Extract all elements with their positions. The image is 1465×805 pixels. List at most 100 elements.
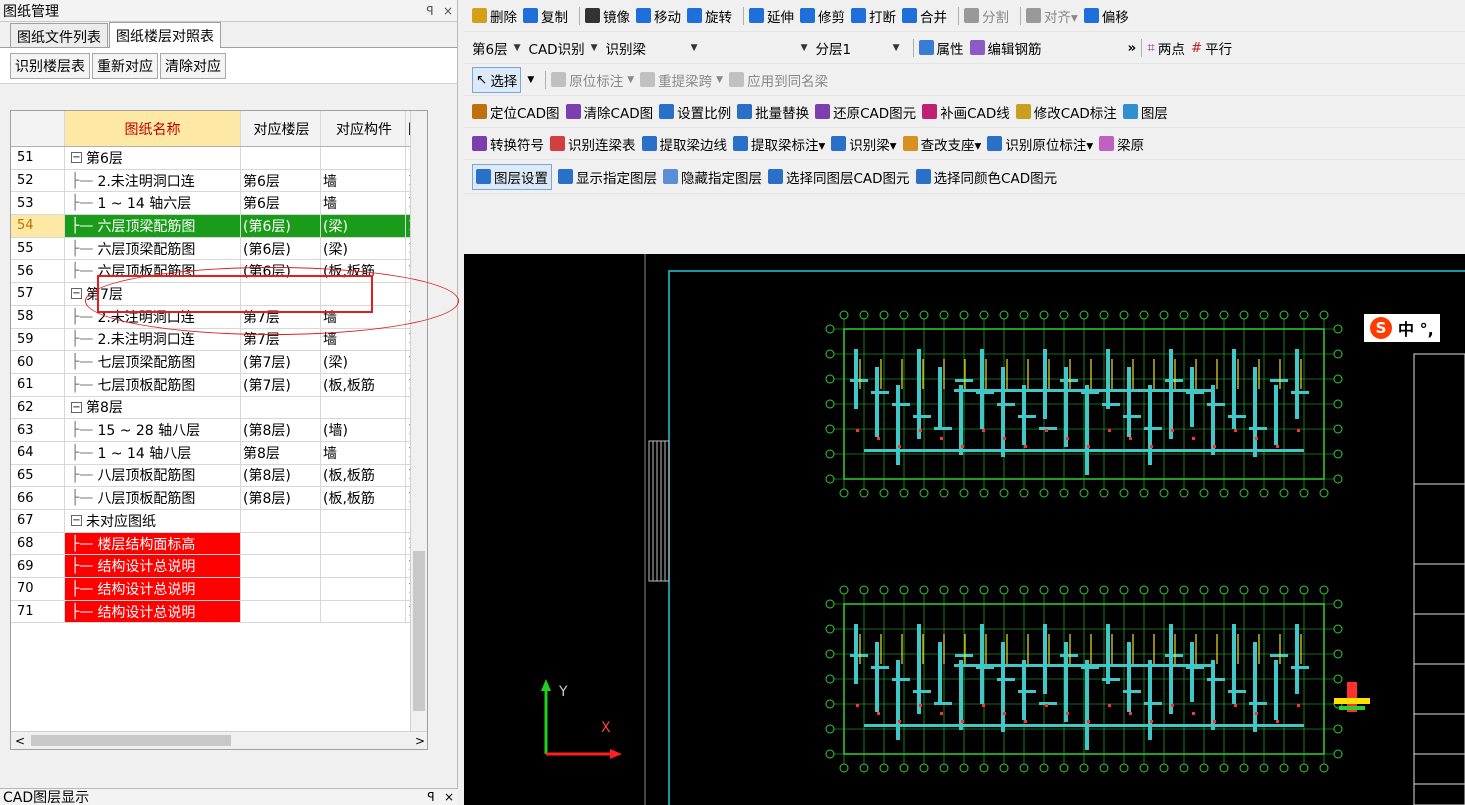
re-extract-span-button[interactable]: 重提梁跨 ▼ <box>640 70 723 90</box>
table-row[interactable]: 70├—结构设计总说明1: <box>11 578 427 601</box>
floor-cell[interactable]: (第8层) <box>241 487 321 509</box>
drawing-name-cell[interactable]: ├— 1 ~ 14 轴六层 <box>65 192 241 215</box>
apply-same-name-button[interactable]: 应用到同名梁 <box>729 70 828 90</box>
locate-cad-button[interactable]: 定位CAD图 <box>472 102 560 122</box>
floor-cell[interactable] <box>241 510 321 532</box>
drawing-name-cell[interactable]: − 第8层 <box>65 396 241 419</box>
rotate-button[interactable]: 旋转 <box>687 6 732 26</box>
redraw-cad-button[interactable]: 补画CAD线 <box>922 102 1010 122</box>
table-row[interactable]: 56├—六层顶板配筋图(第6层)(板,板筋1: <box>11 260 427 284</box>
drawing-name-cell[interactable]: ├— 六层顶板配筋图 <box>65 260 241 283</box>
chevron-down-icon[interactable]: ▼ <box>527 75 534 85</box>
clear-match-button[interactable]: 清除对应 <box>160 52 226 79</box>
close-icon-2[interactable]: × <box>440 790 458 804</box>
show-layer-button[interactable]: 显示指定图层 <box>558 167 657 187</box>
tab-drawing-floor-table[interactable]: 图纸楼层对照表 <box>109 22 221 48</box>
table-row[interactable]: 60├—七层顶梁配筋图(第7层)(梁)1: <box>11 351 427 374</box>
component-cell[interactable] <box>321 147 406 169</box>
table-row[interactable]: 71├—结构设计总说明1: <box>11 600 427 624</box>
recognize-original-mark-button[interactable]: 识别原位标注▾ <box>987 134 1093 154</box>
mode-combo[interactable]: CAD识别 ▼ <box>529 38 598 58</box>
component-cell[interactable]: (墙) <box>321 419 406 441</box>
tab-drawing-file-list[interactable]: 图纸文件列表 <box>10 23 108 47</box>
extend-button[interactable]: 延伸 <box>749 6 794 26</box>
floor-cell[interactable] <box>241 283 321 305</box>
beam-original-button[interactable]: 梁原 <box>1099 134 1144 154</box>
parallel-button[interactable]: # 平行 <box>1191 38 1232 58</box>
extract-beam-mark-button[interactable]: 提取梁标注▾ <box>733 134 825 154</box>
table-row[interactable]: 63├—15 ~ 28 轴八层(第8层)(墙)1: <box>11 419 427 442</box>
component-cell[interactable]: 墙 <box>321 305 406 328</box>
more-icon[interactable]: » <box>1128 40 1137 56</box>
table-row[interactable]: 68├—楼层结构面标高1: <box>11 532 427 556</box>
close-icon[interactable]: × <box>439 4 457 18</box>
floor-cell[interactable]: (第8层) <box>241 464 321 487</box>
floor-cell[interactable]: 第6层 <box>241 192 321 215</box>
component-cell[interactable]: 墙 <box>321 441 406 464</box>
layer-settings-button[interactable]: 图层设置 <box>472 163 552 190</box>
drawing-name-cell[interactable]: ├— 15 ~ 28 轴八层 <box>65 419 241 441</box>
component-cell[interactable] <box>321 283 406 305</box>
floor-cell[interactable] <box>241 532 321 555</box>
vertical-scrollbar[interactable] <box>410 111 427 733</box>
layer-button[interactable]: 图层 <box>1122 102 1168 122</box>
trim-button[interactable]: 修剪 <box>800 6 845 26</box>
recognize-link-beam-table-button[interactable]: 识别连梁表 <box>550 134 636 154</box>
component-cell[interactable]: 墙 <box>321 169 406 192</box>
table-row[interactable]: 64├—1 ~ 14 轴八层第8层墙1: <box>11 441 427 465</box>
merge-button[interactable]: 合并 <box>902 6 947 26</box>
component-cell[interactable]: (梁) <box>321 351 406 373</box>
properties-button[interactable]: 属性 <box>918 38 964 58</box>
floor-cell[interactable]: 第7层 <box>241 328 321 351</box>
drawing-name-cell[interactable]: − 未对应图纸 <box>65 510 241 532</box>
drawing-name-cell[interactable]: ├— 2.未注明洞口连 <box>65 305 241 328</box>
move-button[interactable]: 移动 <box>636 6 681 26</box>
floor-cell[interactable] <box>241 555 321 578</box>
recognize-floor-table-button[interactable]: 识别楼层表 <box>10 52 90 79</box>
scroll-thumb[interactable] <box>413 551 425 711</box>
floor-cell[interactable]: (第6层) <box>241 237 321 260</box>
drawing-name-cell[interactable]: ├— 六层顶梁配筋图 <box>65 215 241 237</box>
restore-cad-button[interactable]: 还原CAD图元 <box>815 102 916 122</box>
table-row[interactable]: 59├—2.未注明洞口连第7层墙1: <box>11 328 427 352</box>
check-support-button[interactable]: 查改支座▾ <box>902 134 981 154</box>
ime-indicator[interactable]: S 中 °, <box>1364 314 1440 342</box>
table-row[interactable]: 58├—2.未注明洞口连第7层墙1: <box>11 305 427 329</box>
split-button[interactable]: 分割 <box>964 6 1009 26</box>
component-cell[interactable] <box>321 578 406 600</box>
component-cell[interactable] <box>321 600 406 623</box>
floor-cell[interactable] <box>241 396 321 419</box>
floor-cell[interactable]: 第7层 <box>241 305 321 328</box>
collapse-icon[interactable]: − <box>71 288 82 300</box>
edit-rebar-button[interactable]: 编辑钢筋 <box>969 38 1042 58</box>
table-row[interactable]: 69├—结构设计总说明1: <box>11 555 427 579</box>
header-floor[interactable]: 对应楼层 <box>241 111 321 146</box>
two-point-button[interactable]: ⌗ 两点 <box>1147 38 1185 58</box>
floor-cell[interactable]: (第6层) <box>241 215 321 237</box>
component-cell[interactable] <box>321 510 406 532</box>
brush-button[interactable]: 删除 <box>472 6 517 26</box>
floor-cell[interactable] <box>241 600 321 623</box>
drawing-name-cell[interactable]: ├— 2.未注明洞口连 <box>65 328 241 351</box>
component-cell[interactable]: (梁) <box>321 215 406 237</box>
offset-button[interactable]: 偏移 <box>1083 6 1129 26</box>
component-cell[interactable]: 墙 <box>321 328 406 351</box>
floor-combo[interactable]: 第6层 ▼ <box>472 38 521 58</box>
batch-replace-button[interactable]: 批量替换 <box>737 102 809 122</box>
drawing-name-cell[interactable]: − 第7层 <box>65 283 241 305</box>
component-cell[interactable]: (梁) <box>321 237 406 260</box>
set-scale-button[interactable]: 设置比例 <box>659 102 731 122</box>
component-cell[interactable]: (板,板筋 <box>321 487 406 509</box>
drawing-name-cell[interactable]: ├— 七层顶梁配筋图 <box>65 351 241 373</box>
table-row[interactable]: 61├—七层顶板配筋图(第7层)(板,板筋1: <box>11 373 427 397</box>
component-cell[interactable]: (板,板筋 <box>321 260 406 283</box>
table-row[interactable]: 66├—八层顶板配筋图(第8层)(板,板筋1: <box>11 487 427 510</box>
table-row[interactable]: 51− 第6层 <box>11 147 427 170</box>
drawing-name-cell[interactable]: ├— 1 ~ 14 轴八层 <box>65 441 241 464</box>
drawing-name-cell[interactable]: − 第6层 <box>65 147 241 169</box>
scroll-left-icon[interactable]: < <box>15 734 25 748</box>
action-combo[interactable]: 识别梁 ▼ <box>606 38 698 58</box>
sub-type-combo[interactable]: ▼ <box>706 43 808 53</box>
scroll-right-icon[interactable]: > <box>415 734 425 748</box>
drawing-name-cell[interactable]: ├— 结构设计总说明 <box>65 600 241 623</box>
